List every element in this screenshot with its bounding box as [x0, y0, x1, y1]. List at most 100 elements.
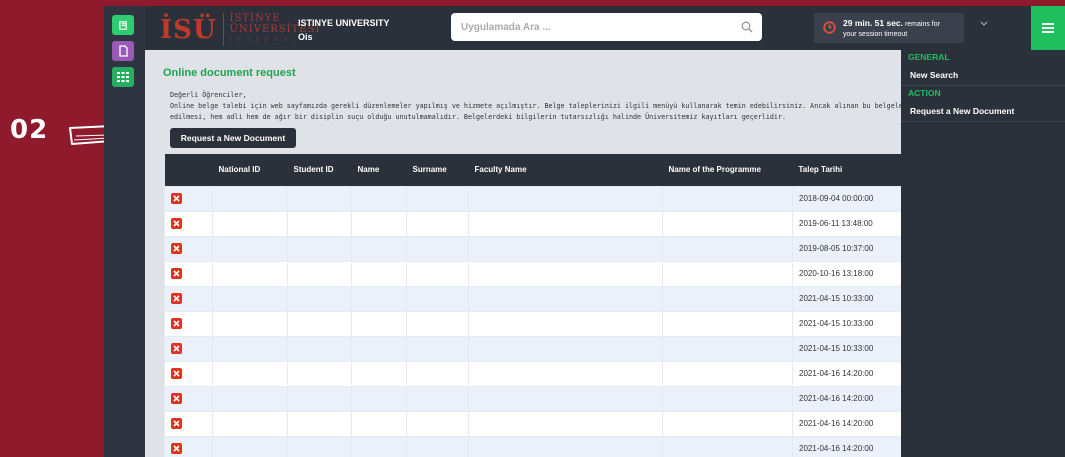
blurred-cell — [287, 185, 352, 212]
blurred-cell — [468, 385, 663, 412]
grid-icon[interactable] — [112, 67, 134, 87]
table-row[interactable]: 2021-04-16 14:20:00 — [164, 435, 901, 457]
column-header[interactable] — [165, 154, 213, 186]
delete-icon[interactable] — [171, 318, 182, 329]
delete-icon[interactable] — [171, 343, 182, 354]
delete-cell — [164, 185, 213, 212]
request-date-cell: 2018-09-04 00:00:00 — [792, 185, 901, 212]
blurred-cell — [287, 435, 352, 457]
search-icon[interactable] — [741, 21, 753, 33]
column-header[interactable]: Faculty Name — [469, 154, 663, 186]
request-date-cell: 2021-04-15 10:33:00 — [792, 310, 901, 337]
blurred-cell — [351, 410, 407, 437]
table-row[interactable]: 2021-04-16 14:20:00 — [164, 360, 901, 387]
university-logo[interactable]: İSÜ İSTİNYE ÜNİVERSİTESİ İ S T A N B U L — [160, 13, 320, 46]
delete-cell — [164, 385, 213, 412]
blurred-cell — [212, 285, 288, 312]
delete-icon[interactable] — [171, 368, 182, 379]
table-row[interactable]: 2021-04-16 14:20:00 — [164, 410, 901, 437]
delete-cell — [164, 260, 213, 287]
clock-icon — [823, 21, 836, 34]
column-header[interactable]: Talep Tarihi — [793, 154, 902, 186]
blurred-cell — [287, 210, 352, 237]
blurred-cell — [212, 360, 288, 387]
left-icon-rail — [104, 6, 145, 457]
new-search-link[interactable]: New Search — [901, 64, 1065, 86]
column-header[interactable]: Student ID — [288, 154, 352, 186]
delete-cell — [164, 285, 213, 312]
menu-toggle-button[interactable] — [1031, 6, 1065, 50]
blurred-cell — [468, 285, 663, 312]
chevron-down-icon[interactable] — [980, 21, 988, 27]
request-new-document-button[interactable]: Request a New Document — [170, 128, 296, 148]
table-row[interactable]: 2021-04-15 10:33:00 — [164, 310, 901, 337]
blurred-cell — [212, 435, 288, 457]
blurred-cell — [351, 385, 407, 412]
blurred-cell — [212, 235, 288, 262]
table-row[interactable]: 2019-06-11 13:48:00 — [164, 210, 901, 237]
timeout-caption: your session timeout — [843, 31, 908, 38]
blurred-cell — [406, 285, 469, 312]
blurred-cell — [287, 235, 352, 262]
blurred-cell — [662, 285, 793, 312]
timeout-value: 29 min. 51 sec. — [843, 18, 904, 28]
blurred-cell — [662, 210, 793, 237]
blurred-cell — [351, 260, 407, 287]
blurred-cell — [468, 210, 663, 237]
delete-icon[interactable] — [171, 268, 182, 279]
blurred-cell — [662, 360, 793, 387]
blurred-cell — [662, 185, 793, 212]
request-date-cell: 2021-04-15 10:33:00 — [792, 335, 901, 362]
blurred-cell — [212, 210, 288, 237]
table-row[interactable]: 2020-10-16 13:18:00 — [164, 260, 901, 287]
delete-icon[interactable] — [171, 243, 182, 254]
delete-icon[interactable] — [171, 218, 182, 229]
table-row[interactable]: 2018-09-04 00:00:00 — [164, 185, 901, 212]
delete-cell — [164, 360, 213, 387]
blurred-cell — [468, 310, 663, 337]
blurred-cell — [662, 235, 793, 262]
column-header[interactable]: National ID — [213, 154, 288, 186]
delete-icon[interactable] — [171, 293, 182, 304]
intro-greeting: Değerli Öğrenciler, — [170, 91, 247, 99]
blurred-cell — [351, 360, 407, 387]
blurred-cell — [212, 185, 288, 212]
request-new-document-link[interactable]: Request a New Document — [901, 100, 1065, 122]
delete-icon[interactable] — [171, 418, 182, 429]
blurred-cell — [287, 360, 352, 387]
blurred-cell — [287, 285, 352, 312]
search-input[interactable] — [451, 13, 721, 41]
blurred-cell — [406, 185, 469, 212]
intro-text: Değerli Öğrenciler, Online belge talebi … — [170, 90, 983, 123]
document-icon[interactable] — [112, 41, 134, 61]
request-date-cell: 2021-04-16 14:20:00 — [792, 435, 901, 457]
delete-cell — [164, 410, 213, 437]
delete-icon[interactable] — [171, 393, 182, 404]
step-number-label: 02 — [10, 115, 49, 145]
delete-cell — [164, 210, 213, 237]
table-row[interactable]: 2021-04-15 10:33:00 — [164, 285, 901, 312]
right-side-panel: GENERAL New Search ACTION Request a New … — [901, 50, 1065, 457]
table-row[interactable]: 2019-08-05 10:37:00 — [164, 235, 901, 262]
book-icon[interactable] — [112, 15, 134, 35]
blurred-cell — [212, 310, 288, 337]
logo-mark: İSÜ — [160, 14, 217, 45]
delete-icon[interactable] — [171, 443, 182, 454]
timeout-suffix: remains for — [903, 21, 940, 28]
blurred-cell — [406, 260, 469, 287]
table-row[interactable]: 2021-04-15 10:33:00 — [164, 335, 901, 362]
column-header[interactable]: Name — [352, 154, 407, 186]
blurred-cell — [662, 385, 793, 412]
university-name-block: ISTINYE UNIVERSITY Ois — [298, 16, 390, 44]
blurred-cell — [406, 410, 469, 437]
request-date-cell: 2019-06-11 13:48:00 — [792, 210, 901, 237]
blurred-cell — [468, 260, 663, 287]
table-row[interactable]: 2021-04-16 14:20:00 — [164, 385, 901, 412]
column-header[interactable]: Surname — [407, 154, 469, 186]
table-header-row: National ID Student ID Name Surname Faculty … — [164, 154, 902, 186]
action-section-heading: ACTION — [908, 88, 941, 98]
blurred-cell — [351, 435, 407, 457]
delete-icon[interactable] — [171, 193, 182, 204]
column-header[interactable]: Name of the Programme — [663, 154, 793, 186]
app-name: Ois — [298, 32, 313, 42]
